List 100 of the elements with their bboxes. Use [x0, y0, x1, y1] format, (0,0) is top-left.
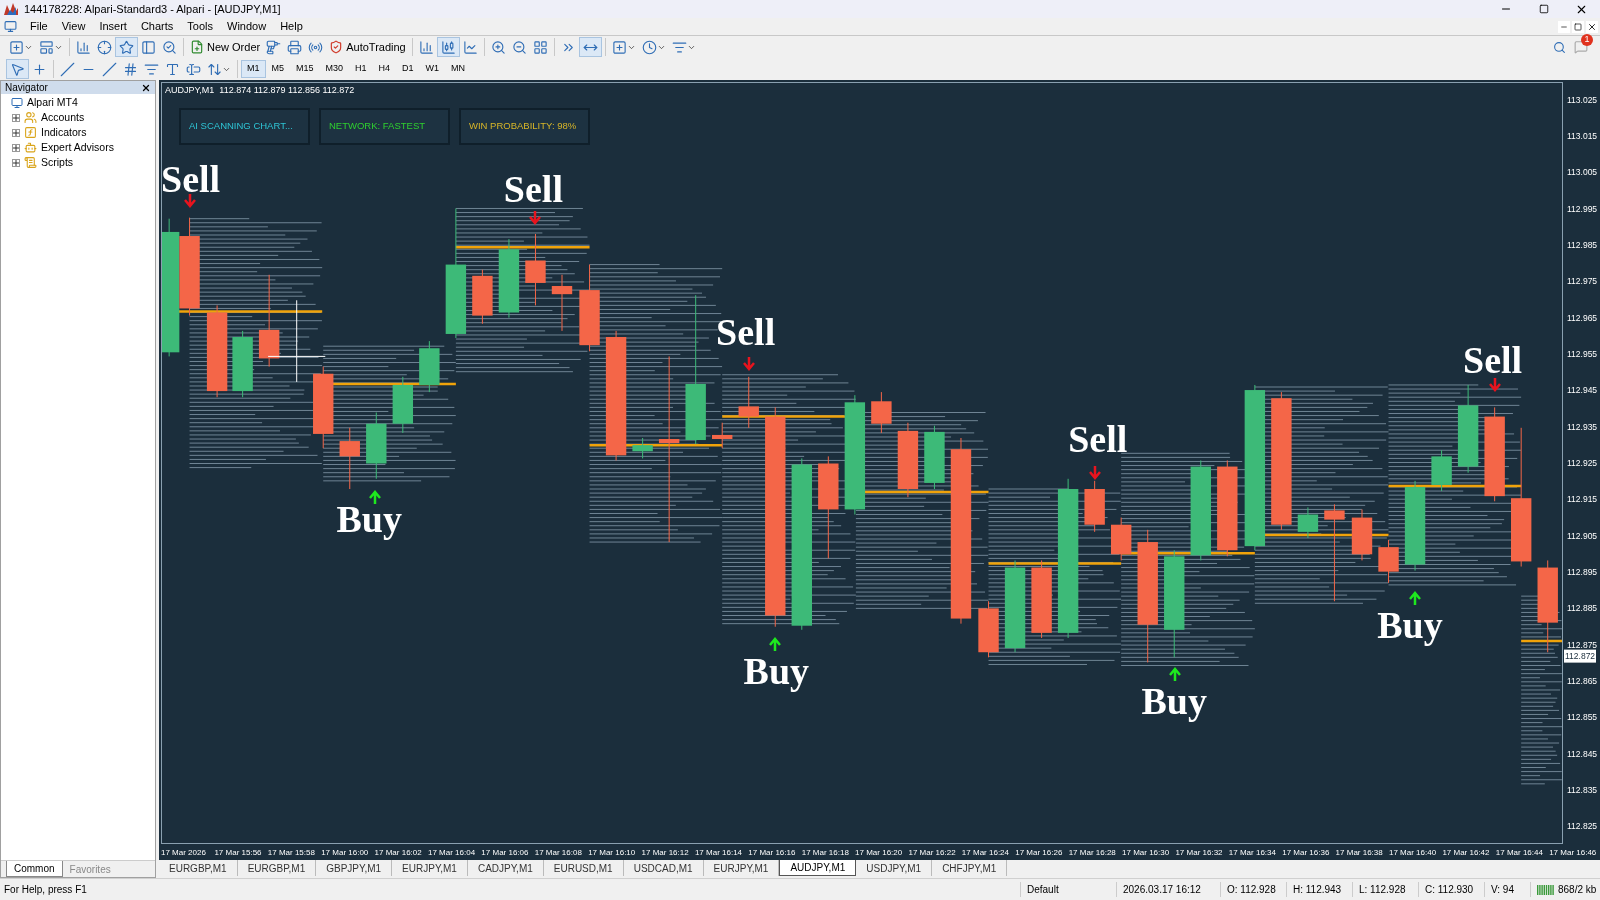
menu-item[interactable]: Tools: [180, 18, 220, 35]
new-order-button[interactable]: New Order: [187, 37, 264, 57]
time-label: 17 Mar 16:02: [373, 847, 423, 859]
signal-label: Sell: [1068, 420, 1128, 458]
chart-tab[interactable]: AUDJPY,M1: [779, 860, 857, 876]
time-label: 17 Mar 2026: [160, 847, 207, 859]
time-label: 17 Mar 16:18: [800, 847, 850, 859]
chart-tab[interactable]: EURUSD,M1: [543, 860, 624, 876]
status-profile: Default: [1020, 882, 1116, 897]
time-label: 17 Mar 16:10: [587, 847, 637, 859]
panel-tab[interactable]: Common: [6, 861, 63, 877]
time-label: 17 Mar 16:40: [1388, 847, 1438, 859]
price-label: 113.025: [1567, 93, 1598, 106]
time-label: 17 Mar 16:12: [640, 847, 690, 859]
notification-badge: 1: [1581, 34, 1593, 46]
price-label: 112.995: [1567, 202, 1598, 215]
time-label: 17 Mar 16:16: [747, 847, 797, 859]
time-label: 17 Mar 15:56: [213, 847, 263, 859]
price-label: 112.965: [1567, 311, 1598, 324]
chart-tab[interactable]: EURJPY,M1: [392, 860, 468, 876]
time-label: 17 Mar 16:20: [854, 847, 904, 859]
price-label: 112.865: [1567, 674, 1598, 688]
menu-item[interactable]: Window: [220, 18, 274, 35]
price-label: 112.885: [1567, 602, 1598, 615]
timeframe-button[interactable]: H1: [349, 60, 373, 78]
signal-label: Sell: [503, 170, 563, 209]
time-label: 17 Mar 16:30: [1121, 847, 1171, 859]
info-text: WIN PROBABILITY: 98%: [469, 119, 577, 134]
navigator-title: Navigator: [5, 81, 48, 95]
menu-item[interactable]: View: [54, 18, 93, 35]
price-label: 112.935: [1567, 420, 1598, 433]
window-title: 144178228: Alpari-Standard3 - Alpari - [AUDJPY,M1]: [24, 1, 281, 17]
time-label: 17 Mar 16:22: [907, 847, 957, 859]
time-label: 17 Mar 16:44: [1494, 847, 1544, 859]
price-label: 112.975: [1567, 274, 1598, 288]
signal-label: Buy: [1141, 682, 1207, 721]
price-label: 112.985: [1567, 238, 1598, 252]
chart-tab[interactable]: GBPJPY,M1: [316, 860, 393, 876]
time-label: 17 Mar 16:36: [1281, 847, 1331, 859]
chart-tab[interactable]: CHFJPY,M1: [932, 860, 1008, 876]
time-label: 17 Mar 16:34: [1227, 847, 1277, 859]
info-text: NETWORK: FASTEST: [329, 119, 426, 134]
timeframe-button[interactable]: M1: [241, 60, 266, 78]
timeframe-button[interactable]: M5: [265, 60, 291, 78]
timeframe-button[interactable]: MN: [445, 60, 472, 78]
price-label: 112.825: [1567, 820, 1598, 833]
timeframe-button[interactable]: W1: [419, 60, 446, 78]
menu-item[interactable]: Charts: [133, 18, 181, 35]
time-label: 17 Mar 16:08: [533, 847, 583, 859]
time-label: 17 Mar 16:24: [960, 847, 1010, 859]
price-label: 112.895: [1567, 565, 1598, 579]
price-label: 112.835: [1567, 783, 1598, 797]
time-label: 17 Mar 16:42: [1441, 847, 1491, 859]
price-label: 112.845: [1567, 747, 1598, 761]
timeframe-button[interactable]: D1: [396, 60, 420, 78]
menu-item[interactable]: Help: [273, 18, 310, 35]
price-label: 112.925: [1567, 456, 1598, 470]
signal-label: Buy: [336, 499, 402, 538]
timeframe-button[interactable]: M15: [290, 60, 320, 78]
tree-item[interactable]: Scripts: [41, 154, 74, 171]
signal-label: Sell: [716, 312, 776, 351]
time-label: 17 Mar 16:28: [1067, 847, 1117, 859]
chart-header: AUDJPY,M1 112.874 112.879 112.856 112.872: [165, 84, 355, 97]
price-label: 112.955: [1567, 347, 1598, 361]
status-volume: V: 94: [1484, 882, 1530, 897]
tree-item[interactable]: Indicators: [41, 124, 87, 141]
time-label: 17 Mar 16:32: [1174, 847, 1224, 859]
status-high: H: 112.943: [1286, 882, 1352, 897]
time-label: 17 Mar 15:58: [266, 847, 316, 859]
timeframe-button[interactable]: H4: [372, 60, 397, 78]
time-label: 17 Mar 16:46: [1548, 847, 1598, 859]
current-price-label: 112.872: [1564, 649, 1597, 663]
status-low: L: 112.928: [1352, 882, 1418, 897]
signal-label: Sell: [162, 159, 221, 198]
time-label: 17 Mar 16:00: [320, 847, 370, 859]
timeframe-button[interactable]: M30: [319, 60, 350, 78]
info-text: AI SCANNING CHART...: [189, 119, 293, 134]
time-label: 17 Mar 16:26: [1014, 847, 1064, 859]
price-label: 112.945: [1567, 383, 1598, 397]
menu-item[interactable]: Insert: [92, 18, 134, 35]
chart-tab[interactable]: EURGBP,M1: [237, 860, 317, 876]
status-help: For Help, press F1: [3, 883, 88, 897]
menu-item[interactable]: File: [23, 18, 55, 35]
price-label: 112.915: [1567, 492, 1598, 506]
status-open: O: 112.928: [1220, 882, 1286, 897]
chart-tab[interactable]: USDJPY,M1: [856, 860, 933, 876]
time-label: 17 Mar 16:14: [693, 847, 744, 859]
chart-tab[interactable]: CADJPY,M1: [467, 860, 544, 876]
price-label: 112.855: [1567, 711, 1598, 724]
price-label: 112.875: [1567, 638, 1598, 652]
chart-tab[interactable]: USDCAD,M1: [623, 860, 704, 876]
chart-tab[interactable]: EURGBP,M1: [159, 860, 238, 876]
status-traffic: 868/2 kb: [1558, 883, 1597, 897]
signal-label: Sell: [1463, 341, 1523, 380]
tree-item[interactable]: Alpari MT4: [27, 94, 78, 111]
price-label: 112.905: [1567, 529, 1598, 543]
time-label: 17 Mar 16:04: [426, 847, 477, 859]
tree-item[interactable]: Accounts: [41, 109, 85, 126]
autotrading-button[interactable]: AutoTrading: [326, 37, 409, 57]
tree-item[interactable]: Expert Advisors: [41, 139, 114, 156]
